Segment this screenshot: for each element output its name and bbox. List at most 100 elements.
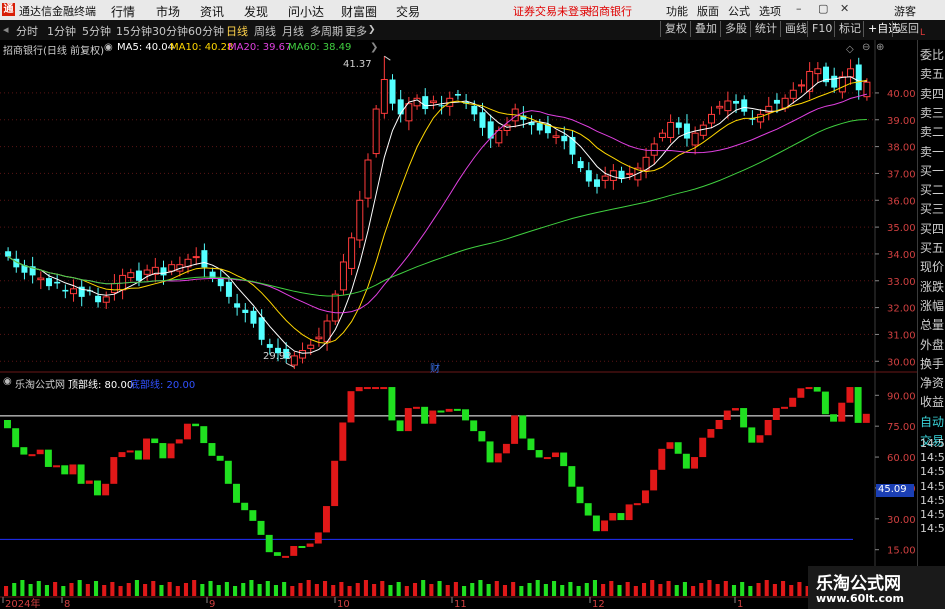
current-indicator-value: 45.09 [876, 484, 914, 497]
trade-time-3: 14:56 [920, 479, 945, 493]
indicator-bar [339, 422, 347, 461]
volume-bar [748, 586, 753, 596]
indicator-collapse-icon[interactable]: ◉ [3, 376, 12, 387]
settings-diamond-icon[interactable]: ◇ [846, 44, 854, 55]
side-item-11[interactable]: 现价 [920, 258, 944, 275]
volume-bar [560, 585, 565, 596]
indicator-bar [118, 452, 126, 458]
candle-body [389, 79, 396, 104]
indicator-bar [781, 406, 788, 409]
indicator-bar [388, 387, 396, 421]
indicator-bar [797, 388, 805, 398]
volume-bar [592, 580, 597, 596]
indicator-bar [134, 450, 142, 460]
candle-body [667, 121, 675, 138]
side-item-4[interactable]: 卖二 [920, 123, 944, 140]
candle-body [192, 256, 200, 259]
side-item-3[interactable]: 卖三 [920, 104, 944, 121]
candle-body [658, 132, 666, 138]
side-item-19[interactable]: 自动 [920, 413, 944, 430]
indicator-bar [854, 387, 862, 423]
candle-body [741, 99, 748, 112]
side-item-15[interactable]: 外盘 [920, 336, 944, 353]
ma-collapse-icon[interactable]: ◉ [104, 42, 113, 53]
indicator-bar [314, 532, 322, 544]
side-item-6[interactable]: 买一 [920, 162, 944, 179]
volume-bar [715, 584, 720, 596]
side-item-16[interactable]: 换手 [920, 355, 944, 372]
indicator-bar [208, 443, 216, 456]
side-item-18[interactable]: 收益 [920, 393, 944, 410]
volume-bar [453, 582, 458, 596]
side-item-8[interactable]: 买三 [920, 200, 944, 217]
indicator-bar [167, 443, 175, 459]
side-item-13[interactable]: 涨幅 [920, 297, 944, 314]
side-item-1[interactable]: 卖五 [920, 65, 944, 82]
volume-bar [183, 583, 189, 596]
price-tick-label: 36.00 [887, 196, 916, 207]
side-item-2[interactable]: 卖四 [920, 85, 944, 102]
side-item-14[interactable]: 总量 [920, 316, 944, 333]
side-item-12[interactable]: 涨跌 [920, 278, 944, 295]
candle-body [201, 250, 208, 268]
indicator-bar [44, 449, 52, 467]
volume-bar [216, 585, 221, 596]
indicator-bar [641, 490, 649, 504]
date-label: 1 [737, 599, 743, 609]
side-item-9[interactable]: 买四 [920, 220, 944, 237]
indicator-bar [527, 438, 535, 451]
price-tick-label: 32.00 [887, 304, 916, 315]
side-item-5[interactable]: 卖一 [920, 143, 944, 160]
indicator-bar [740, 408, 748, 428]
volume-bar [331, 585, 336, 596]
ma60-label: MA60: 38.49 [288, 42, 352, 53]
candle-body [45, 278, 52, 287]
indicator-bar [650, 469, 658, 491]
date-label: 10 [337, 599, 350, 609]
candle-body [847, 68, 855, 78]
volume-bar [208, 581, 213, 596]
volume-bar [789, 585, 794, 596]
indicator-bar [192, 423, 200, 427]
header-chevron-icon[interactable]: ❯ [370, 42, 378, 53]
date-label: 12 [592, 599, 605, 609]
price-tick-label: 33.00 [887, 277, 916, 288]
indicator-bar [421, 406, 429, 424]
side-item-10[interactable]: 买五 [920, 239, 944, 256]
indicator-bar [331, 460, 339, 507]
indicator-bar [372, 387, 380, 390]
side-item-0[interactable]: 委比 [920, 46, 944, 63]
volume-bar [691, 586, 696, 596]
volume-bar [568, 582, 573, 596]
indicator-bar [494, 453, 502, 463]
side-item-7[interactable]: 买二 [920, 181, 944, 198]
volume-bar [322, 581, 328, 596]
indicator-bar [560, 452, 568, 467]
candle-body [290, 355, 298, 366]
watermark-line2: www.60lt.com [816, 592, 905, 605]
main-chart-title: 招商银行(日线 前复权) [3, 46, 104, 57]
volume-bar [404, 586, 409, 596]
candle-body [266, 344, 273, 348]
panel-corner-l[interactable]: L [920, 28, 925, 38]
candle-body [733, 100, 740, 104]
kline-chart[interactable]: 40.00 39.00 38.00 37.00 36.00 35.00 34.00 33.00… [0, 0, 917, 609]
side-item-17[interactable]: 净资 [920, 374, 944, 391]
indicator-bar [478, 431, 486, 442]
candle-body [593, 179, 600, 187]
candle-body [299, 350, 307, 359]
indicator-bar [707, 429, 715, 438]
candle-body [331, 293, 339, 322]
candle-body [364, 159, 372, 199]
candle-body [438, 105, 445, 107]
candle-body [422, 96, 429, 110]
finance-marker[interactable]: 财 [430, 360, 440, 375]
candle-body [54, 281, 61, 284]
indicator-title[interactable]: 乐淘公式网 [15, 376, 65, 391]
candle-body [225, 281, 232, 297]
volume-bar [429, 584, 434, 596]
indicator-bar [838, 402, 846, 422]
zoom-in-icon[interactable]: ⊕ [876, 42, 884, 53]
candle-body [838, 76, 846, 93]
zoom-out-icon[interactable]: ⊖ [862, 42, 870, 53]
